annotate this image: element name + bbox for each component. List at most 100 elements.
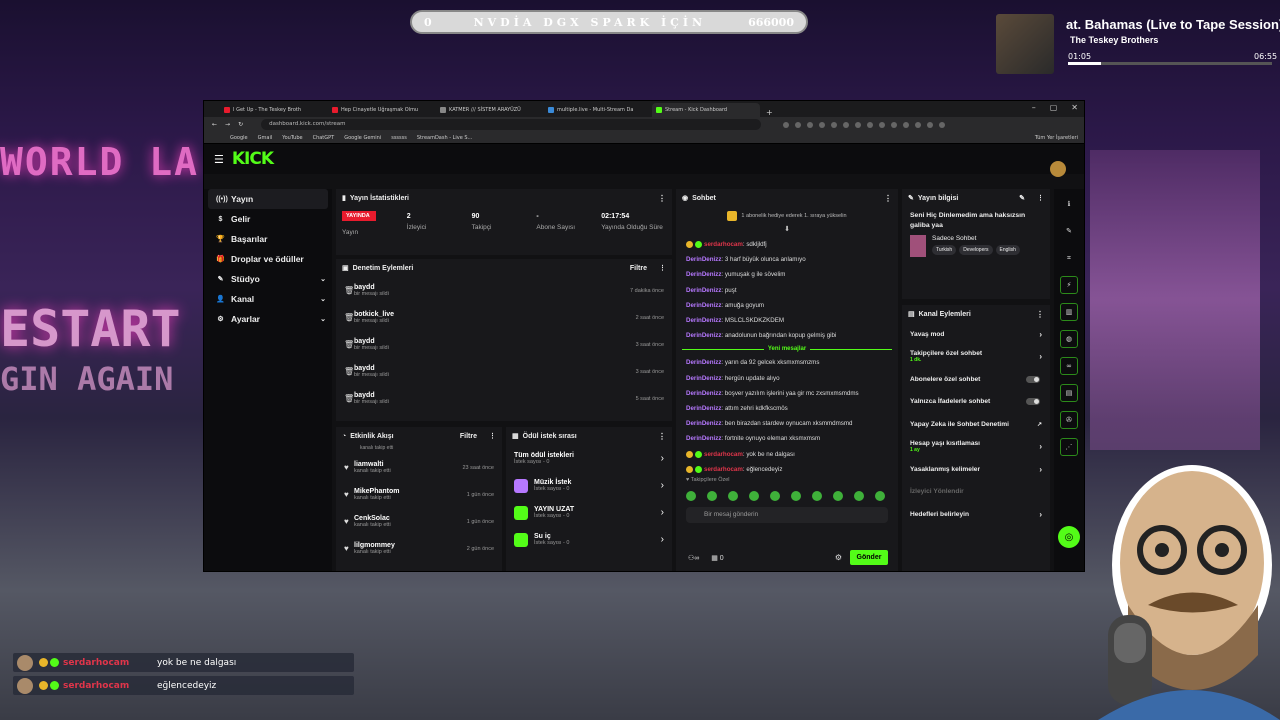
chat-message: serdarhocam: eğlencedeyiz — [676, 462, 898, 477]
help-icon[interactable]: ◎ — [1058, 526, 1080, 548]
bookmark[interactable]: ssssss — [391, 135, 407, 141]
edit-icon[interactable]: ✎ — [1019, 194, 1025, 202]
wrench-icon[interactable]: ✇ — [1060, 411, 1078, 429]
crop-icon[interactable]: ⌗ — [1060, 249, 1078, 267]
action-goals[interactable]: Hedefleri belirleyin › — [902, 503, 1050, 526]
bookmark[interactable]: Google Gemini — [344, 135, 381, 141]
badge-icon — [50, 658, 59, 667]
reward-row[interactable]: YAYIN UZAT İstek sayısı - 0 › — [506, 499, 672, 526]
sidebar-item-kanal[interactable]: 👤 Kanal ⌄ — [204, 289, 332, 309]
bookmark[interactable]: Gmail — [258, 135, 273, 141]
emote-icon[interactable] — [686, 490, 696, 501]
emote-icon[interactable] — [854, 490, 864, 501]
sidebar-item-yayin[interactable]: ((•)) Yayın — [208, 189, 328, 209]
info-icon: ✎ — [908, 195, 914, 202]
pin-icon[interactable]: ⬇ — [676, 225, 898, 237]
clipboard-icon[interactable]: ▥ — [1060, 303, 1078, 321]
users-icon: ⚇∞ — [688, 555, 700, 562]
kebab-icon[interactable]: ⋮ — [659, 264, 666, 272]
extension-icons[interactable] — [783, 121, 946, 128]
kebab-icon[interactable]: ⋮ — [658, 432, 666, 441]
category-name[interactable]: Sadece Sohbet — [932, 235, 1020, 242]
pencil-icon[interactable]: ✎ — [1060, 222, 1078, 240]
neon-sign-again: GIN AGAIN — [0, 360, 174, 398]
emote-icon[interactable] — [833, 490, 843, 501]
filter-button[interactable]: Filtre — [630, 265, 647, 272]
tag-chip[interactable]: Developers — [959, 245, 993, 255]
address-bar[interactable]: dashboard.kick.com/stream — [261, 119, 762, 130]
tag-chip[interactable]: Turkish — [932, 245, 957, 255]
emote-icon[interactable] — [875, 490, 885, 501]
toggle-switch[interactable] — [1026, 398, 1040, 406]
minimize-icon[interactable]: – — [1032, 103, 1036, 112]
bookmark[interactable]: YouTube — [282, 135, 302, 141]
chat-input[interactable]: Bir mesaj gönderin — [686, 506, 888, 523]
external-link-icon: ↗ — [1036, 421, 1042, 428]
browser-tab-active[interactable]: Stream - Kick Dashboard — [652, 103, 760, 117]
send-button[interactable]: Gönder — [850, 550, 888, 565]
chat-bubble-icon[interactable]: ◍ — [1060, 330, 1078, 348]
action-slow-mode[interactable]: Yavaş mod › — [902, 323, 1050, 346]
link-icon[interactable]: ∞ — [1060, 357, 1078, 375]
kebab-icon[interactable]: ⋮ — [884, 194, 892, 203]
gift-banner[interactable]: 1 abonelik hediye ederek 1. sıraya yükse… — [676, 207, 898, 225]
chat-stats: ⚇∞ ▦ 0 — [688, 555, 724, 562]
quick-actions-rail: ℹ ✎ ⌗ ⚡ ▥ ◍ ∞ ▤ ✇ ⋰ ◎ — [1054, 189, 1084, 571]
user-avatar[interactable] — [1050, 161, 1066, 177]
dashboard-sidebar: ((•)) Yayın $ Gelir 🏆 Başarılar 🎁 Droplar ve… — [204, 189, 332, 571]
forward-icon[interactable]: → — [225, 121, 230, 128]
kebab-icon[interactable]: ⋮ — [489, 432, 496, 440]
new-tab-button[interactable]: + — [766, 108, 773, 117]
browser-tab[interactable]: I Get Up - The Teskey Broth — [220, 103, 328, 117]
browser-tab[interactable]: multiple.live - Multi-Stream Da — [544, 103, 652, 117]
gift-icon — [727, 211, 738, 221]
goal-target: 666000 — [748, 15, 794, 29]
action-banned-words[interactable]: Yasaklanmış kelimeler › — [902, 458, 1050, 481]
reload-icon[interactable]: ↻ — [238, 121, 243, 128]
emote-icon[interactable] — [791, 490, 801, 501]
emote-icon[interactable] — [812, 490, 822, 501]
stat-subs: - Abone Sayısı — [536, 213, 576, 231]
kebab-icon[interactable]: ⋮ — [1037, 194, 1044, 202]
emote-icon[interactable] — [749, 490, 759, 501]
emote-icon[interactable] — [707, 490, 717, 501]
toggle-switch[interactable] — [1026, 375, 1040, 383]
sidebar-item-gelir[interactable]: $ Gelir — [204, 209, 332, 229]
kebab-icon[interactable]: ⋮ — [658, 194, 666, 203]
sidebar-item-basarilar[interactable]: 🏆 Başarılar — [204, 229, 332, 249]
maximize-icon[interactable]: ▢ — [1050, 103, 1058, 112]
share-icon[interactable]: ⋰ — [1060, 438, 1078, 456]
layout-icon[interactable]: ▤ — [1060, 384, 1078, 402]
browser-tab[interactable]: KATMER /// SİSTEM ARAYÜZÜ — [436, 103, 544, 117]
emote-icon[interactable] — [770, 490, 780, 501]
action-account-age[interactable]: Hesap yaşı kısıtlaması 1 ay › — [902, 436, 1050, 459]
all-bookmarks[interactable]: Tüm Yer İşaretleri — [1035, 135, 1078, 141]
browser-tab[interactable]: Hep Cinayetle Uğraşmak Olmu — [328, 103, 436, 117]
kick-logo[interactable]: KICK — [232, 149, 274, 169]
back-icon[interactable]: ← — [212, 121, 217, 128]
reward-row[interactable]: Müzik İstek İstek sayısı - 0 › — [506, 472, 672, 499]
filter-button[interactable]: Filtre — [460, 433, 477, 440]
bookmark[interactable]: Google — [230, 135, 248, 141]
emote-icon[interactable] — [728, 490, 738, 501]
menu-icon[interactable]: ☰ — [214, 153, 224, 166]
kebab-icon[interactable]: ⋮ — [1036, 310, 1044, 319]
action-ai-moderation[interactable]: Yapay Zeka ile Sohbet Denetimi ↗ — [902, 413, 1050, 436]
bookmark[interactable]: ChatGPT — [313, 135, 335, 141]
chat-message: DerinDenizz: MSLCLSKDKZKDEM — [686, 317, 784, 325]
tag-chip[interactable]: English — [995, 245, 1020, 255]
settings-icon[interactable]: ⚙ — [835, 553, 842, 562]
sidebar-item-studyo[interactable]: ✎ Stüdyo ⌄ — [204, 269, 332, 289]
lightning-icon[interactable]: ⚡ — [1060, 276, 1078, 294]
activity-row: ♥ CenkSolac kanalı takip etti 1 gün önce — [344, 515, 494, 528]
sidebar-item-ayarlar[interactable]: ⚙ Ayarlar ⌄ — [204, 309, 332, 329]
heart-icon: ♥ — [344, 463, 349, 472]
bookmark[interactable]: StreamDash - Live S... — [417, 135, 473, 141]
action-followers-only[interactable]: Takipçilere özel sohbet 1 dk. › — [902, 346, 1050, 369]
sidebar-item-droplar[interactable]: 🎁 Droplar ve ödüller — [204, 249, 332, 269]
info-icon[interactable]: ℹ — [1060, 195, 1078, 213]
reward-row[interactable]: Su iç İstek sayısı - 0 › — [506, 526, 672, 553]
reward-row[interactable]: Tüm ödül istekleri İstek sayısı - 0 › — [506, 445, 672, 472]
chevron-right-icon: › — [1039, 509, 1042, 519]
close-icon[interactable]: ✕ — [1071, 103, 1078, 112]
